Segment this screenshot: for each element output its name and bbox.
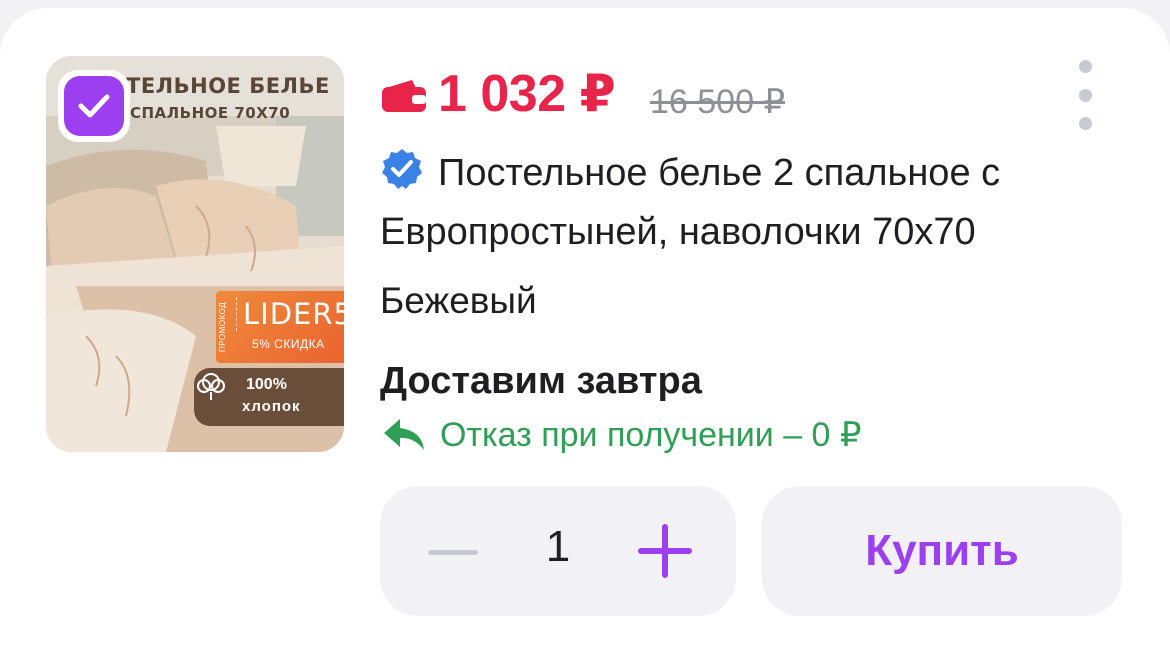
return-policy: Отказ при получении – 0 ₽ (382, 415, 862, 455)
select-checkbox[interactable] (58, 70, 130, 142)
decrease-button[interactable] (420, 526, 480, 576)
quantity-stepper: 1 (380, 486, 736, 616)
buy-button[interactable]: Купить (762, 486, 1122, 616)
return-arrow-icon (384, 419, 424, 450)
more-options-button[interactable] (1064, 60, 1108, 132)
return-policy-text: Отказ при получении – 0 ₽ (440, 416, 862, 454)
checkbox-fill (64, 76, 124, 136)
product-color: Бежевый (380, 280, 537, 321)
cotton-badge: 100% хлопок (194, 368, 344, 426)
promo-code: LIDER5 (236, 297, 344, 331)
minus-icon (428, 550, 478, 555)
image-headline: ТЕЛЬНОЕ БЕЛЬЕ (126, 74, 330, 98)
promo-discount: 5% СКИДКА (252, 337, 325, 351)
plus-icon[interactable] (636, 522, 694, 580)
cotton-percent: 100% (246, 376, 287, 393)
image-subline: СПАЛЬНОЕ 70X70 (130, 104, 291, 122)
more-vertical-icon-dot (1079, 89, 1092, 102)
quantity-value: 1 (545, 522, 571, 571)
promo-side-label: ПРОМОКОД (218, 301, 227, 353)
product-card: ТЕЛЬНОЕ БЕЛЬЕ СПАЛЬНОЕ 70X70 ПРОМОКОД LI… (0, 8, 1170, 668)
cotton-label: хлопок (242, 398, 301, 415)
current-price: 1 032 ₽ (438, 65, 616, 123)
delivery-date: Доставим завтра (380, 360, 702, 402)
cotton-icon (197, 373, 225, 400)
old-price: 16 500 ₽ (650, 83, 786, 121)
product-title-block[interactable]: Постельное белье 2 спальное с Европросты… (380, 144, 1120, 262)
wallet-icon (382, 80, 426, 112)
more-vertical-icon (1079, 60, 1092, 73)
product-title: Постельное белье 2 спальное с Европросты… (380, 152, 1001, 253)
more-vertical-icon-dot (1079, 117, 1092, 130)
verified-badge-icon (382, 149, 422, 189)
promo-badge: ПРОМОКОД LIDER5 5% СКИДКА (216, 291, 344, 363)
checkmark-icon (78, 94, 110, 118)
